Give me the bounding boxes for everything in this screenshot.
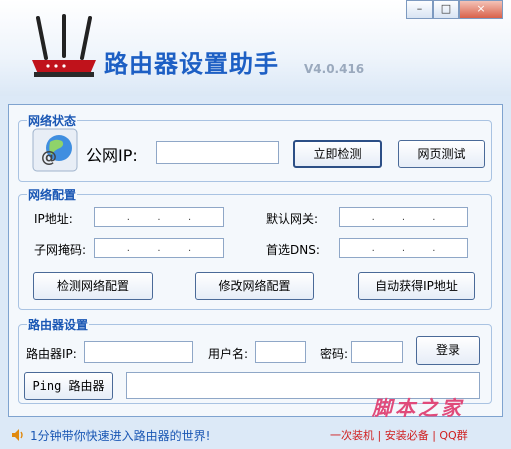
check-network-config-button[interactable]: 检测网络配置 — [33, 272, 153, 300]
public-ip-label: 公网IP: — [86, 146, 138, 165]
network-config-legend: 网络配置 — [28, 188, 77, 202]
footer-links[interactable]: 一次装机 | 安装必备 | QQ群 — [330, 427, 468, 443]
close-button[interactable]: × — [459, 0, 503, 19]
network-globe-icon: @ — [32, 128, 78, 172]
password-field[interactable] — [351, 341, 403, 363]
speaker-icon — [12, 429, 23, 441]
password-label: 密码: — [320, 347, 349, 361]
watermark-text: 脚本之家 — [372, 396, 464, 420]
detect-now-button[interactable]: 立即检测 — [293, 140, 382, 168]
maximize-button[interactable]: □ — [433, 0, 459, 19]
auto-get-ip-button[interactable]: 自动获得IP地址 — [358, 272, 475, 300]
app-title: 路由器设置助手 — [104, 50, 279, 78]
web-test-button[interactable]: 网页测试 — [398, 140, 485, 168]
username-label: 用户名: — [208, 347, 249, 361]
subnet-mask-label: 子网掩码: — [34, 243, 87, 257]
minimize-button[interactable]: – — [406, 0, 433, 19]
modify-network-config-button[interactable]: 修改网络配置 — [195, 272, 314, 300]
router-ip-label: 路由器IP: — [26, 347, 77, 361]
public-ip-field[interactable] — [156, 141, 279, 164]
status-message[interactable]: 1分钟带你快速进入路由器的世界! — [30, 427, 210, 444]
gateway-label: 默认网关: — [266, 212, 319, 226]
svg-text:@: @ — [41, 147, 57, 166]
login-button[interactable]: 登录 — [416, 336, 480, 365]
router-icon — [32, 14, 96, 77]
dns-label: 首选DNS: — [266, 243, 320, 257]
username-field[interactable] — [255, 341, 306, 363]
app-version: V4.0.416 — [304, 62, 365, 76]
network-status-legend: 网络状态 — [28, 114, 77, 128]
ip-address-label: IP地址: — [34, 212, 73, 226]
dns-field[interactable]: ... — [339, 238, 468, 258]
router-settings-legend: 路由器设置 — [28, 318, 89, 332]
subnet-mask-field[interactable]: ... — [94, 238, 224, 258]
router-ip-field[interactable] — [84, 341, 193, 363]
ip-address-field[interactable]: ... — [94, 207, 224, 227]
gateway-field[interactable]: ... — [339, 207, 468, 227]
ping-router-button[interactable]: Ping 路由器 — [24, 372, 113, 400]
